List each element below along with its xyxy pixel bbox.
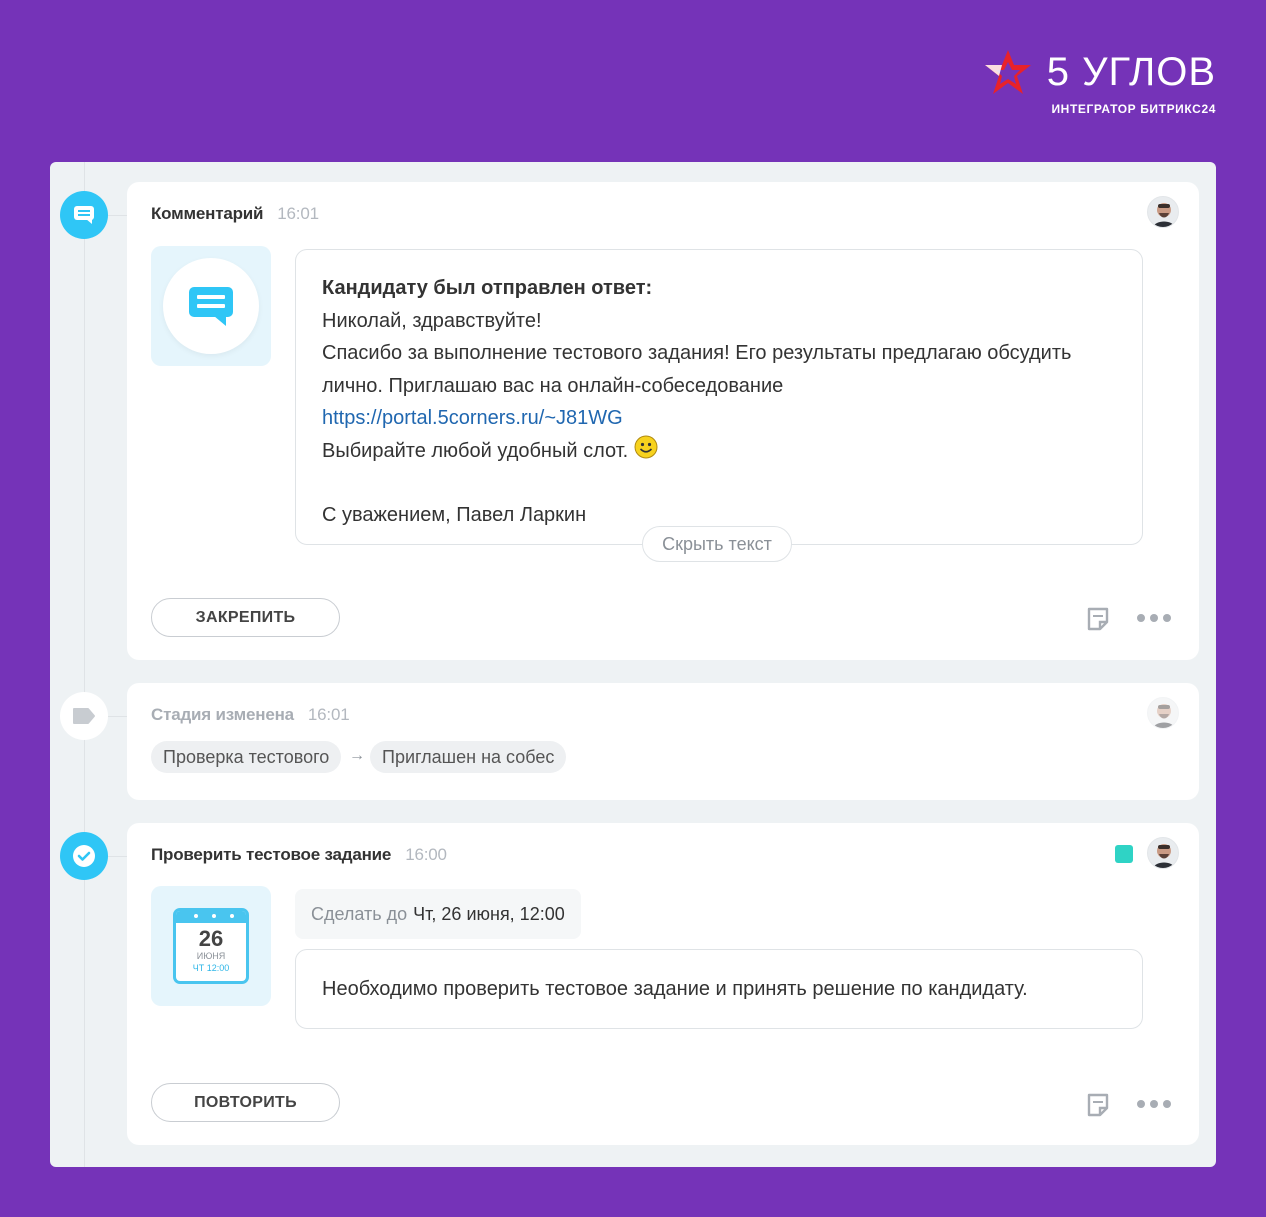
stage-to: Приглашен на собес xyxy=(370,741,567,773)
pin-button[interactable]: ЗАКРЕПИТЬ xyxy=(151,598,340,637)
timeline-panel: Комментарий 16:01 Кандидату был отправле… xyxy=(50,162,1216,1167)
message-heading: Кандидату был отправлен ответ: xyxy=(322,277,653,299)
deadline-label: Сделать до xyxy=(311,903,408,924)
calendar-icon: 26 июня ЧТ 12:00 xyxy=(173,908,249,984)
more-options-icon[interactable] xyxy=(1137,1098,1171,1110)
calendar-time: ЧТ 12:00 xyxy=(192,963,230,973)
calendar-day: 26 xyxy=(198,926,224,951)
avatar[interactable] xyxy=(1147,697,1179,729)
comment-card: Комментарий 16:01 Кандидату был отправле… xyxy=(127,182,1199,660)
arrow-right-icon: → xyxy=(349,747,365,764)
logo-tagline: ИНТЕГРАТОР БИТРИКС24 xyxy=(1051,102,1216,116)
message-link[interactable]: https://portal.5corners.ru/~J81WG xyxy=(322,407,623,429)
repeat-button[interactable]: ПОВТОРИТЬ xyxy=(151,1083,340,1122)
card-time: 16:01 xyxy=(277,204,319,223)
comment-message: Кандидату был отправлен ответ: Николай, … xyxy=(295,249,1143,545)
card-header: Комментарий 16:01 xyxy=(151,204,319,224)
task-card: Проверить тестовое задание 16:00 26 июня… xyxy=(127,823,1199,1145)
more-options-icon[interactable] xyxy=(1137,612,1171,624)
smiley-icon xyxy=(634,435,658,458)
brand-logo: 5 УГЛОВ ИНТЕГРАТОР БИТРИКС24 xyxy=(983,48,1216,116)
card-time: 16:00 xyxy=(405,845,447,864)
message-greeting: Николай, здравствуйте! xyxy=(322,309,542,332)
comment-bubble-icon xyxy=(189,287,233,326)
avatar[interactable] xyxy=(1147,196,1179,228)
timeline-line xyxy=(84,162,85,1167)
stage-from: Проверка тестового xyxy=(151,741,342,773)
status-badge xyxy=(1115,845,1133,863)
note-icon[interactable] xyxy=(1085,1092,1111,1118)
card-title: Стадия изменена xyxy=(151,705,294,724)
message-closing: Выбирайте любой удобный слот. xyxy=(322,439,629,462)
stage-card: Стадия изменена 16:01 Проверка тестового… xyxy=(127,683,1199,800)
card-time: 16:01 xyxy=(307,705,350,724)
card-header: Стадия изменена 16:01 xyxy=(151,705,350,725)
task-description: Необходимо проверить тестовое задание и … xyxy=(295,949,1143,1029)
card-title: Проверить тестовое задание xyxy=(151,845,392,864)
timeline-connector xyxy=(108,716,128,717)
comment-icon xyxy=(60,191,108,239)
star-logo-icon xyxy=(984,50,1031,94)
note-icon[interactable] xyxy=(1085,606,1111,632)
calendar-illustration: 26 июня ЧТ 12:00 xyxy=(151,886,271,1006)
message-body: Спасибо за выполнение тестового задания!… xyxy=(322,342,1072,397)
hide-text-button[interactable]: Скрыть текст xyxy=(642,526,792,562)
comment-illustration xyxy=(151,246,271,366)
tag-icon xyxy=(60,692,108,740)
logo-name: 5 УГЛОВ xyxy=(1046,50,1216,94)
deadline-value: Чт, 26 июня, 12:00 xyxy=(413,903,565,924)
calendar-month: июня xyxy=(196,951,226,961)
card-title: Комментарий xyxy=(151,204,264,223)
timeline-connector xyxy=(108,856,128,857)
card-header: Проверить тестовое задание 16:00 xyxy=(151,845,447,865)
avatar[interactable] xyxy=(1147,837,1179,869)
timeline-connector xyxy=(108,215,128,216)
deadline-field[interactable]: Сделать до Чт, 26 июня, 12:00 xyxy=(295,889,581,939)
check-icon xyxy=(60,832,108,880)
